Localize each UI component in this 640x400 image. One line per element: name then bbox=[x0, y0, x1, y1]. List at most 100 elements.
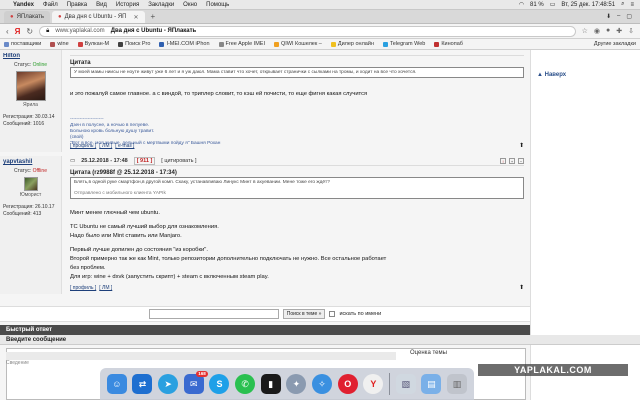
post-anchor-icon[interactable]: ▭ bbox=[70, 158, 75, 164]
opera-icon[interactable]: O bbox=[337, 374, 358, 394]
bookmark-item[interactable]: Free Apple IMEI bbox=[218, 41, 265, 47]
bookmark-item[interactable]: QIWI Кошелек – bbox=[273, 41, 322, 47]
clock[interactable]: Вт, 25 дек. 17:48:51 bbox=[561, 2, 615, 8]
address-bar: ‹ Я ↻ 🔒︎ www.yaplakal.com Два дня с Ubun… bbox=[0, 24, 640, 39]
minus-icon[interactable]: − bbox=[518, 157, 524, 164]
preview-icon[interactable]: ▧ bbox=[395, 374, 416, 394]
teamviewer-icon[interactable]: ⇄ bbox=[132, 374, 153, 394]
menu-window[interactable]: Окно bbox=[183, 2, 197, 8]
menu-edit[interactable]: Правка bbox=[67, 2, 87, 8]
yandex-browser-icon[interactable]: Y bbox=[363, 374, 384, 394]
site-icon bbox=[77, 41, 83, 47]
bookmark-item[interactable]: I-MEI.COM iPhon bbox=[159, 41, 210, 47]
url-host: www.yaplakal.com bbox=[55, 28, 105, 34]
bookmark-item[interactable]: Дилер онлайн bbox=[330, 41, 374, 47]
plus-icon[interactable]: + bbox=[509, 157, 515, 164]
bookmark-star-icon[interactable]: ☆ bbox=[582, 27, 588, 35]
menu-list-icon[interactable]: ≡ bbox=[630, 2, 634, 8]
topic-search-button[interactable]: Поиск в теме » bbox=[282, 309, 326, 319]
tab-favicon: ● bbox=[10, 14, 14, 20]
bookmark-item[interactable]: Вулкан-М bbox=[77, 41, 109, 47]
menu-file[interactable]: Файл bbox=[43, 2, 58, 8]
profile-link[interactable]: [ профиль ] bbox=[70, 285, 96, 291]
site-icon bbox=[273, 41, 279, 47]
avatar[interactable] bbox=[15, 71, 46, 101]
scroll-top-link[interactable]: ▲ Наверх bbox=[537, 72, 566, 78]
forum-post: Hilton Статус: Online Ярила Регистрация:… bbox=[0, 50, 530, 152]
post-author[interactable]: yapvtashil bbox=[3, 159, 58, 165]
dock-separator bbox=[389, 373, 391, 395]
menu-help[interactable]: Помощь bbox=[206, 2, 229, 8]
post-actions: [ профиль ] [ ЛМ ] [ e-mail ] bbox=[70, 143, 134, 149]
whatsapp-icon[interactable]: ✆ bbox=[235, 374, 256, 394]
folder-icon[interactable]: ▤ bbox=[421, 374, 442, 394]
quote-button[interactable]: [ цитировать ] bbox=[161, 158, 196, 164]
site-icon bbox=[118, 41, 124, 47]
mail-badge: 168 bbox=[196, 371, 208, 377]
maximize-icon[interactable]: ▢ bbox=[626, 13, 632, 20]
menu-app[interactable]: Yandex bbox=[13, 2, 34, 8]
pm-link[interactable]: [ ЛМ ] bbox=[99, 143, 112, 149]
bookmark-item[interactable]: Поиск Pro bbox=[118, 41, 150, 47]
scroll-up-icon[interactable]: ⬆ bbox=[519, 284, 524, 291]
quote-title: Цитата (rz9988f @ 25.12.2018 - 17:34) bbox=[70, 170, 177, 176]
menu-bookmarks[interactable]: Закладки bbox=[148, 2, 174, 8]
post-date: 25.12.2018 - 17:48 bbox=[81, 157, 128, 164]
menu-view[interactable]: Вид bbox=[96, 2, 107, 8]
bookmark-item[interactable]: поставщики bbox=[4, 41, 41, 47]
quick-reply-header[interactable]: Быстрый ответ bbox=[0, 325, 530, 335]
window-controls: ⬇ – ▢ bbox=[606, 13, 640, 20]
mic-icon[interactable]: ● bbox=[606, 27, 610, 35]
battery-percent[interactable]: 81 % bbox=[530, 2, 544, 8]
close-tab-icon[interactable]: ✕ bbox=[134, 14, 139, 21]
activity-icon[interactable]: ▮ bbox=[260, 374, 281, 394]
post-header bbox=[70, 50, 524, 56]
tab-yaplakal[interactable]: ● ЯПлакать bbox=[4, 11, 50, 23]
refresh-icon[interactable]: ↻ bbox=[26, 27, 33, 36]
site-icon bbox=[434, 41, 440, 47]
back-icon[interactable]: ‹ bbox=[6, 27, 9, 36]
avatar[interactable] bbox=[23, 177, 38, 191]
profile-link[interactable]: [ профиль ] bbox=[70, 143, 96, 149]
minimize-icon[interactable]: – bbox=[617, 13, 620, 20]
safari-icon[interactable]: ✧ bbox=[312, 374, 333, 394]
user-rank: Юморист bbox=[19, 192, 42, 198]
topic-search-input[interactable] bbox=[148, 309, 279, 319]
other-bookmarks[interactable]: Другие закладки bbox=[594, 41, 636, 47]
download-arrow-icon[interactable]: ⇩ bbox=[628, 27, 634, 35]
wifi-icon[interactable]: ◠ bbox=[519, 1, 524, 8]
report-icon[interactable]: ! bbox=[500, 157, 506, 164]
rating-badge[interactable]: [ 911 ] bbox=[133, 156, 156, 165]
post-body: Цитата У моей мамы ниисы не ноуте живут … bbox=[64, 50, 530, 152]
mail-app-icon[interactable]: ✉ 168 bbox=[183, 371, 208, 394]
search-icon[interactable]: ⌕ bbox=[621, 1, 624, 8]
menu-history[interactable]: История bbox=[116, 2, 139, 8]
tab-ubuntu[interactable]: ● Два дня с Ubuntu - ЯП ✕ bbox=[51, 11, 145, 23]
post-controls: ! + − bbox=[500, 157, 524, 164]
trash-icon[interactable]: ▥ bbox=[447, 374, 468, 394]
finder-icon[interactable]: ☺ bbox=[106, 374, 127, 394]
search-by-name-checkbox[interactable] bbox=[329, 311, 336, 317]
yandex-logo[interactable]: Я bbox=[15, 27, 21, 36]
post-text: Минт менее глючный чем ubuntu. ТС Ubuntu… bbox=[70, 210, 387, 280]
download-icon[interactable]: ⬇ bbox=[606, 13, 611, 20]
launchpad-icon[interactable]: ✦ bbox=[286, 374, 307, 394]
telegram-icon[interactable]: ➤ bbox=[158, 374, 179, 394]
post-author[interactable]: Hilton bbox=[3, 53, 58, 59]
quote-box: У моей мамы ниисы не ноуте живут уже 6 л… bbox=[70, 67, 524, 78]
bookmark-item[interactable]: Telegram Web bbox=[382, 41, 425, 47]
scroll-up-icon[interactable]: ⬆ bbox=[519, 142, 524, 149]
user-profile: Hilton Статус: Online Ярила Регистрация:… bbox=[0, 50, 62, 152]
battery-icon[interactable]: ▭ bbox=[550, 1, 556, 8]
extension-icon[interactable]: ◉ bbox=[594, 27, 600, 35]
url-field[interactable]: 🔒︎ www.yaplakal.com Два дня с Ubuntu - Я… bbox=[39, 25, 576, 37]
new-tab-button[interactable]: + bbox=[151, 12, 156, 21]
skype-icon[interactable]: S bbox=[209, 374, 230, 394]
pm-link[interactable]: [ ЛМ ] bbox=[99, 285, 112, 291]
bookmark-item[interactable]: Кинопаб bbox=[434, 41, 463, 47]
page: Hilton Статус: Online Ярила Регистрация:… bbox=[0, 50, 640, 400]
bookmark-item[interactable]: wine bbox=[50, 41, 69, 47]
email-link[interactable]: [ e-mail ] bbox=[115, 143, 134, 149]
menubar: Yandex Файл Правка Вид История Закладки … bbox=[0, 0, 640, 10]
extensions-puzzle-icon[interactable]: ✚ bbox=[616, 27, 622, 35]
